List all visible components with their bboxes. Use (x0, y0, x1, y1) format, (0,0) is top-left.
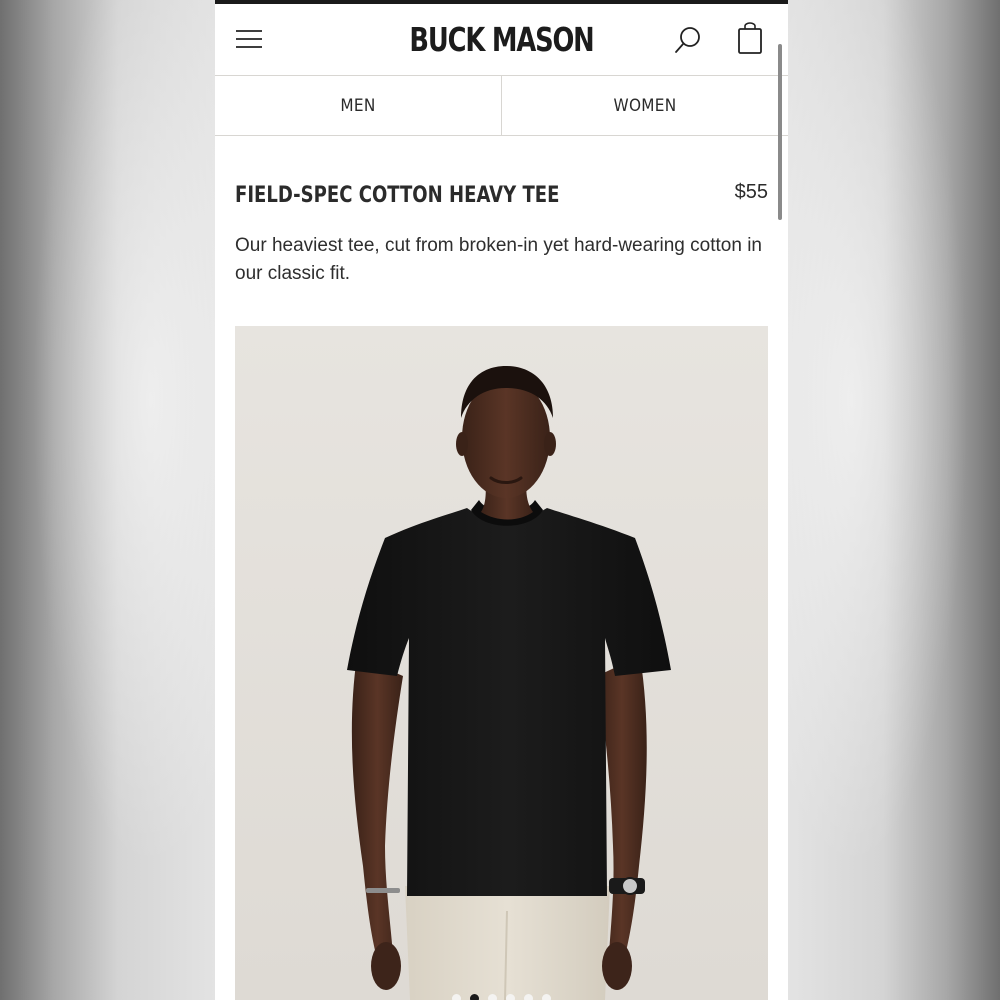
carousel-dots (235, 992, 768, 1000)
background-right (788, 0, 1000, 1000)
search-icon[interactable] (673, 24, 703, 56)
page-scrollbar[interactable] (778, 44, 782, 220)
product-price: $55 (734, 181, 768, 203)
product-description: Our heaviest tee, cut from broken-in yet… (235, 235, 762, 284)
tab-men[interactable]: MEN (215, 76, 502, 135)
brand-logo[interactable]: BUCK MASON (395, 18, 608, 62)
product-image[interactable] (235, 326, 768, 1000)
shopping-bag-icon[interactable] (735, 21, 765, 55)
background-left (0, 0, 215, 1000)
product-title: FIELD-SPEC COTTON HEAVY TEE (235, 183, 560, 208)
carousel-dot[interactable] (488, 994, 497, 1000)
tab-women[interactable]: WOMEN (502, 76, 788, 135)
carousel-dot[interactable] (506, 994, 515, 1000)
category-nav: MEN WOMEN (215, 76, 788, 136)
carousel-dot[interactable] (452, 994, 461, 1000)
hamburger-menu-icon[interactable] (235, 28, 263, 50)
mobile-page: BUCK MASON MEN WOMEN FIELD-SPEC COTTON H… (215, 0, 788, 1000)
carousel-dot[interactable] (542, 994, 551, 1000)
carousel-dot[interactable] (524, 994, 533, 1000)
top-bar: BUCK MASON (215, 4, 788, 76)
model-photo-illustration (235, 326, 768, 1000)
carousel-dot-active[interactable] (470, 994, 479, 1000)
